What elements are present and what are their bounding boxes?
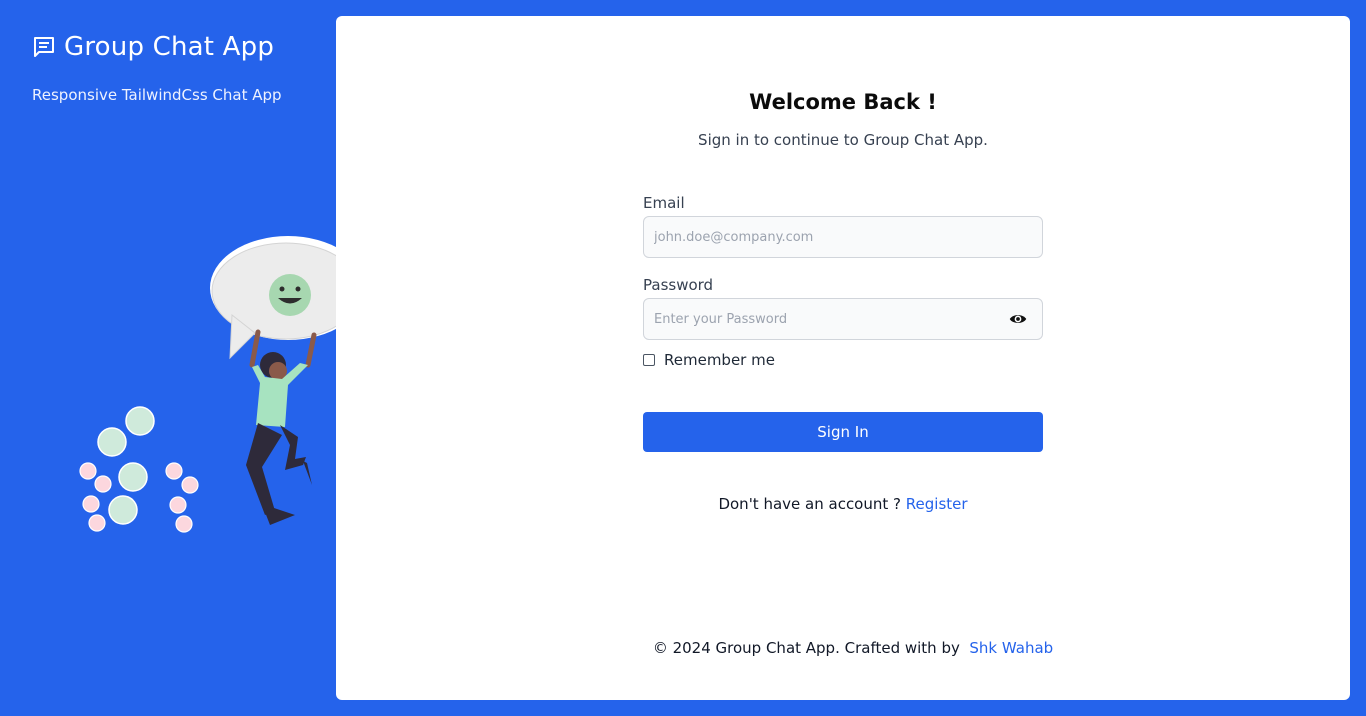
register-prompt: Don't have an account ? Register [643, 495, 1043, 513]
email-label: Email [643, 194, 685, 212]
password-label: Password [643, 276, 714, 294]
footer-text: © 2024 Group Chat App. Crafted with by [652, 639, 960, 657]
app-tagline: Responsive TailwindCss Chat App [32, 86, 282, 104]
no-account-text: Don't have an account ? [718, 495, 901, 513]
app-title: Group Chat App [64, 32, 275, 62]
login-card: Welcome Back ! Sign in to continue to Gr… [336, 16, 1350, 700]
eye-icon[interactable] [1009, 310, 1027, 328]
register-link[interactable]: Register [906, 495, 968, 513]
chat-message-icon [32, 35, 56, 59]
password-field[interactable] [643, 298, 1043, 340]
remember-me[interactable]: Remember me [643, 351, 775, 369]
remember-checkbox[interactable] [643, 354, 655, 366]
page-subtitle: Sign in to continue to Group Chat App. [698, 131, 988, 149]
author-link[interactable]: Shk Wahab [969, 639, 1053, 657]
page-title: Welcome Back ! [749, 90, 937, 114]
brand: Group Chat App [32, 32, 274, 62]
sign-in-button[interactable]: Sign In [643, 412, 1043, 452]
email-field[interactable] [643, 216, 1043, 258]
remember-label: Remember me [664, 351, 775, 369]
sidebar: Group Chat App Responsive TailwindCss Ch… [0, 0, 504, 716]
footer: © 2024 Group Chat App. Crafted with by S… [336, 639, 1350, 657]
